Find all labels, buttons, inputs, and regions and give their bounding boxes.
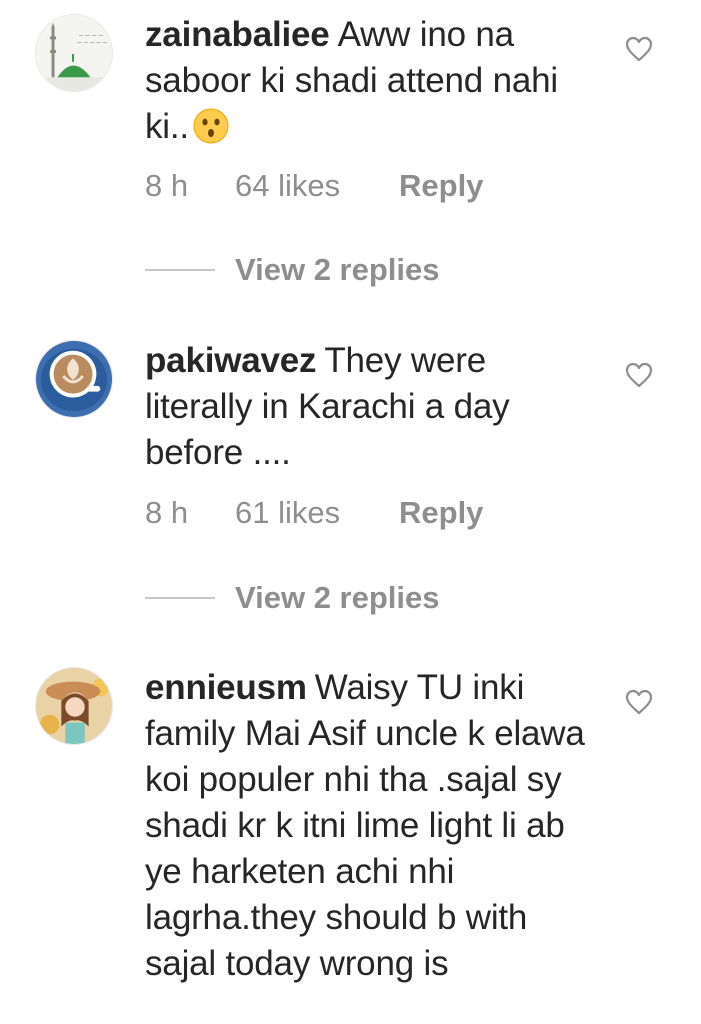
svg-text:— — — — —: — — — — — [77,40,108,46]
view-replies-button[interactable]: View 2 replies [145,578,440,618]
divider [145,269,215,271]
avatar-mosque-image: — — — — — — — — — [36,15,112,91]
comment-text: pakiwavez They were literally in Karachi … [145,338,585,476]
reply-button[interactable]: Reply [399,493,483,533]
comment-meta: 8 h 61 likes Reply [145,493,483,533]
avatar[interactable] [35,667,113,745]
reply-button[interactable]: Reply [399,166,483,206]
avatar[interactable]: — — — — — — — — — [35,14,113,92]
comment-username[interactable]: zainabaliee [145,15,330,54]
avatar[interactable] [35,340,113,418]
divider [145,597,215,599]
comment-time: 8 h [145,495,189,530]
comment-username[interactable]: ennieusm [145,668,307,707]
comment-likes[interactable]: 61 likes [235,493,399,533]
comment-time: 8 h [145,168,189,203]
svg-text:— — — —: — — — — [79,32,103,38]
comment-likes[interactable]: 64 likes [235,166,399,206]
comment-body: Waisy TU inki family Mai Asif uncle k el… [145,668,585,983]
view-replies-label: View 2 replies [235,580,440,615]
comment-meta: 8 h 64 likes Reply [145,166,483,206]
hushed-face-emoji-icon [193,108,229,144]
comment-text: zainabaliee Aww ino na saboor ki shadi at… [145,12,585,150]
comment-username[interactable]: pakiwavez [145,341,317,380]
view-replies-button[interactable]: View 2 replies [145,250,440,290]
like-heart-icon[interactable] [625,362,653,388]
like-heart-icon[interactable] [625,689,653,715]
view-replies-label: View 2 replies [235,252,440,287]
comment-text: ennieusm Waisy TU inki family Mai Asif un… [145,665,585,987]
like-heart-icon[interactable] [625,36,653,62]
avatar-girl-illustration [36,668,112,744]
avatar-coffee-image [36,341,112,417]
